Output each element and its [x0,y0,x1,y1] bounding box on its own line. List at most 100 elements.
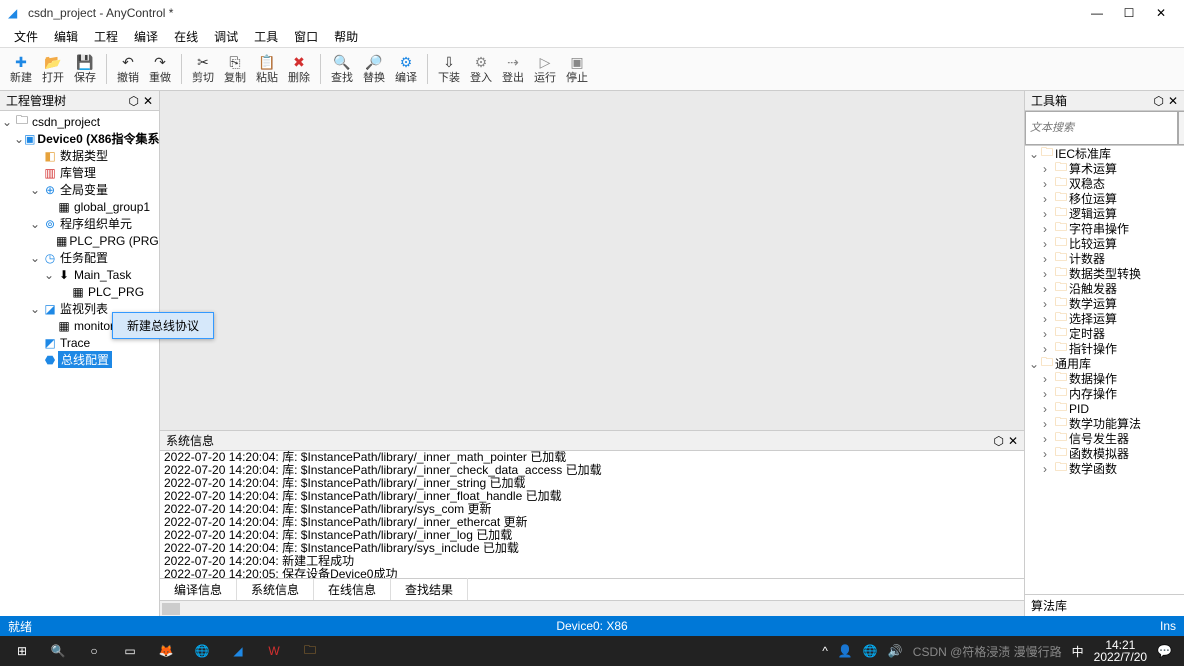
expand-icon[interactable]: › [1043,222,1055,236]
expand-icon[interactable]: › [1043,462,1055,476]
lib-node[interactable]: ›🗀双稳态 [1025,176,1184,191]
toolbar-剪切[interactable]: ✂剪切 [188,53,218,85]
expand-icon[interactable]: › [1043,177,1055,191]
log-output[interactable]: 2022-07-20 14:20:04: 库: $InstancePath/li… [160,451,1024,578]
expand-icon[interactable]: › [1043,417,1055,431]
tree-plcprg[interactable]: PLC_PRG (PRG) [67,234,159,248]
wps-icon[interactable]: W [256,636,292,666]
toolbar-新建[interactable]: ✚新建 [6,53,36,85]
lib-node[interactable]: ›🗀逻辑运算 [1025,206,1184,221]
toolbar-删除[interactable]: ✖删除 [284,53,314,85]
lib-node[interactable]: ›🗀数据操作 [1025,371,1184,386]
panel-close-icon[interactable]: ✕ [1008,434,1018,448]
lib-node[interactable]: ›🗀沿触发器 [1025,281,1184,296]
expand-icon[interactable]: › [1043,312,1055,326]
tray-people-icon[interactable]: 👤 [838,644,853,658]
toolbar-打开[interactable]: 📂打开 [38,53,68,85]
search-input[interactable] [1025,111,1178,145]
menu-tools[interactable]: 工具 [248,26,284,47]
lib-node[interactable]: ›🗀比较运算 [1025,236,1184,251]
expand-icon[interactable]: › [1043,162,1055,176]
menu-compile[interactable]: 编译 [128,26,164,47]
lib-node[interactable]: ⌄🗀通用库 [1025,356,1184,371]
menu-file[interactable]: 文件 [8,26,44,47]
firefox-icon[interactable]: 🦊 [148,636,184,666]
expand-icon[interactable]: ⌄ [28,302,42,316]
minimize-button[interactable]: — [1090,6,1104,20]
horizontal-scrollbar[interactable] [160,600,1024,616]
expand-icon[interactable]: ⌄ [0,115,14,129]
project-tree[interactable]: ⌄🗀csdn_project ⌄▣Device0 (X86指令集系统( ◧数据类… [0,111,159,616]
lib-node[interactable]: ›🗀数学运算 [1025,296,1184,311]
expand-icon[interactable]: › [1043,192,1055,206]
tray-volume-icon[interactable]: 🔊 [888,644,903,658]
close-button[interactable]: ✕ [1154,6,1168,20]
toolbar-停止[interactable]: ▣停止 [562,53,592,85]
expand-icon[interactable]: › [1043,237,1055,251]
tray-ime-icon[interactable]: 中 [1072,643,1084,660]
tree-trace[interactable]: Trace [58,336,90,350]
expand-icon[interactable]: › [1043,432,1055,446]
expand-icon[interactable]: ⌄ [1029,357,1041,371]
toolbar-替换[interactable]: 🔎替换 [359,53,389,85]
expand-icon[interactable]: ⌄ [28,251,42,265]
pin-icon[interactable]: ⬡ [993,434,1003,448]
tray-notification-icon[interactable]: 💬 [1157,644,1172,658]
toolbox-bottom[interactable]: 算法库 [1025,594,1184,616]
tree-maintask[interactable]: Main_Task [72,268,131,282]
tab-online[interactable]: 在线信息 [314,578,391,601]
menu-online[interactable]: 在线 [168,26,204,47]
tab-compile[interactable]: 编译信息 [160,578,237,601]
expand-icon[interactable]: › [1043,447,1055,461]
lib-node[interactable]: ›🗀函数模拟器 [1025,446,1184,461]
toolbar-登出[interactable]: ⇢登出 [498,53,528,85]
pin-icon[interactable]: ⬡ [1153,94,1163,108]
panel-close-icon[interactable]: ✕ [143,94,153,108]
tree-device[interactable]: Device0 (X86指令集系统( [35,130,159,147]
expand-icon[interactable]: ⌄ [28,183,42,197]
taskview-icon[interactable]: ▭ [112,636,148,666]
lib-node[interactable]: ›🗀移位运算 [1025,191,1184,206]
panel-close-icon[interactable]: ✕ [1168,94,1178,108]
search-icon[interactable]: 🔍 [40,636,76,666]
tray-network-icon[interactable]: 🌐 [863,644,878,658]
expand-icon[interactable]: ⌄ [42,268,56,282]
expand-icon[interactable]: ⌄ [28,217,42,231]
start-button[interactable]: ⊞ [4,636,40,666]
toolbar-重做[interactable]: ↷重做 [145,53,175,85]
expand-icon[interactable]: ⌄ [14,132,24,146]
pin-icon[interactable]: ⬡ [128,94,138,108]
toolbar-运行[interactable]: ▷运行 [530,53,560,85]
tree-datatype[interactable]: 数据类型 [58,147,108,164]
menu-debug[interactable]: 调试 [208,26,244,47]
lib-node[interactable]: ›🗀内存操作 [1025,386,1184,401]
tree-plcprg2[interactable]: PLC_PRG [86,285,144,299]
tree-globalvar[interactable]: 全局变量 [58,181,108,198]
tree-pou[interactable]: 程序组织单元 [58,215,132,232]
tray-clock[interactable]: 14:21 2022/7/20 [1094,639,1147,663]
tree-buscfg[interactable]: 总线配置 [58,351,112,368]
expand-icon[interactable]: › [1043,327,1055,341]
expand-icon[interactable]: › [1043,267,1055,281]
expand-icon[interactable]: › [1043,207,1055,221]
lib-node[interactable]: ›🗀算术运算 [1025,161,1184,176]
explorer-icon[interactable]: 🗀 [292,636,328,666]
menu-window[interactable]: 窗口 [288,26,324,47]
tree-libmanage[interactable]: 库管理 [58,164,96,181]
menu-new-bus-protocol[interactable]: 新建总线协议 [113,313,213,338]
expand-icon[interactable]: ⌄ [1029,147,1041,161]
expand-icon[interactable]: › [1043,297,1055,311]
toolbar-登入[interactable]: ⚙登入 [466,53,496,85]
lib-node[interactable]: ›🗀选择运算 [1025,311,1184,326]
toolbox-tree[interactable]: ⌄🗀IEC标准库›🗀算术运算›🗀双稳态›🗀移位运算›🗀逻辑运算›🗀字符串操作›🗀… [1025,146,1184,594]
lib-node[interactable]: ›🗀字符串操作 [1025,221,1184,236]
lib-node[interactable]: ›🗀数学功能算法 [1025,416,1184,431]
expand-icon[interactable]: › [1043,387,1055,401]
tree-globalgroup[interactable]: global_group1 [72,200,150,214]
toolbar-粘贴[interactable]: 📋粘贴 [252,53,282,85]
toolbar-复制[interactable]: ⎘复制 [220,53,250,85]
lib-node[interactable]: ›🗀数据类型转换 [1025,266,1184,281]
tree-taskcfg[interactable]: 任务配置 [58,249,108,266]
toolbar-下装[interactable]: ⇩下装 [434,53,464,85]
cortana-icon[interactable]: ○ [76,636,112,666]
